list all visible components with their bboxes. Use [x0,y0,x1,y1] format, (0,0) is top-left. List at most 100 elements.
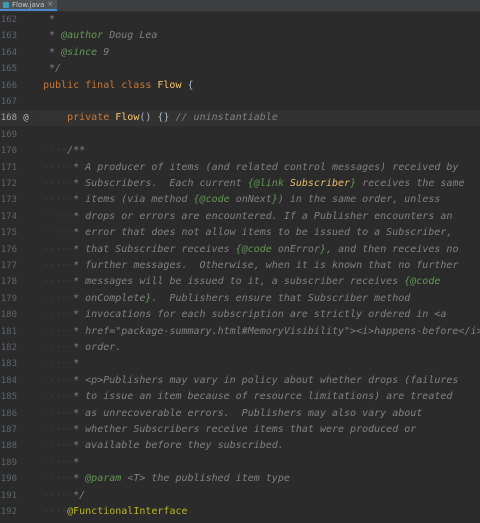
line-number: 192 [0,507,17,517]
line-number: 179 [0,293,17,304]
code-text: ·····* whether Subscribers receive items… [43,422,480,438]
code-text: ·····* Subscribers. Each current {@link … [43,176,480,192]
editor-tab-bar: Flow.java × [0,0,480,12]
code-line[interactable]: 191 ·····*/ [0,488,480,504]
code-text: ·····* to issue an item because of resou… [43,389,480,405]
token-kw: public final class [43,79,158,91]
code-line[interactable]: 170 ····/** [0,143,480,159]
token-cmt: * invocations for each subscription are … [73,309,447,321]
code-line[interactable]: 184 ·····* <p>Publishers may vary in poli… [0,373,480,389]
line-number: 164 [0,47,17,58]
line-number: 171 [0,162,17,173]
code-line[interactable]: 186 ·····* as unrecoverable errors. Publi… [0,406,480,422]
token-dots: ····· [43,407,74,419]
code-editor[interactable]: 162 * 163 * @author Doug Lea 164 * @since … [0,12,480,523]
code-line[interactable]: 171 ·····* A producer of items (and relat… [0,160,480,176]
token-tag: @author [61,30,104,42]
token-cmt: * further messages. Otherwise, when it i… [73,260,459,271]
token-cmt: * as unrecoverable errors. Publishers ma… [73,407,423,419]
code-line[interactable]: 188 ·····* available before they subscrib… [0,438,480,454]
token-dots: ····· [43,342,74,353]
code-line[interactable]: 167 [0,94,480,110]
code-line[interactable]: 180 ·····* invocations for each subscript… [0,307,480,323]
code-text: ·····* drops or errors are encountered. … [43,209,480,225]
line-number: 185 [0,392,17,403]
code-text: ····/** [43,143,480,159]
token-cmt: onNext [235,194,272,206]
code-line[interactable]: 169 [0,127,480,143]
token-dots: ····· [43,178,74,189]
override-marker-icon[interactable]: @ [21,110,31,126]
code-line[interactable]: 179 ·····* onComplete}. Publishers ensure… [0,291,480,307]
token-cmt: 9 [97,46,110,58]
code-line[interactable]: 164 * @since 9 [0,45,480,61]
token-dots: ····· [43,260,74,271]
line-number: 184 [0,375,17,386]
token-cmt: Doug Lea [103,30,158,42]
line-number: 180 [0,310,17,321]
line-number: 187 [0,425,17,435]
tab-label: Flow.java [12,0,45,9]
code-line[interactable]: 168 @ ····private Flow() {} // uninstantia… [0,110,480,127]
code-line[interactable]: 190 ·····* @param <T> the published item … [0,471,480,487]
code-line[interactable]: 182 ·····* order. [0,340,480,356]
code-text: ·····* available before they subscribed. [43,438,480,454]
token-cmt: * available before they subscribed. [73,440,284,452]
line-number: 189 [0,457,17,468]
line-number: 191 [0,490,17,501]
code-line[interactable]: 183 ·····* [0,356,480,372]
code-line[interactable]: 189 ·····* [0,455,480,471]
token-cmt: * whether Subscribers receive items that… [73,424,417,435]
line-number: 162 [0,15,17,25]
token-cmt: * error that does not allow items to be … [73,227,453,239]
token-cmt: receives the same [356,178,465,189]
token-cmt: <T> the published item type [127,473,290,485]
code-line[interactable]: 177 ·····* further messages. Otherwise, w… [0,258,480,274]
token-cmt: * [73,456,80,468]
code-text: ·····* [43,455,480,471]
code-line[interactable]: 165 */ [0,61,480,77]
line-number: 188 [0,441,17,452]
code-text: ·····* order. [43,340,480,356]
line-number: 167 [0,97,17,107]
code-line[interactable]: 187 ·····* whether Subscribers receive it… [0,422,480,438]
token-cmt: * [73,358,80,370]
code-line[interactable]: 192 ····@FunctionalInterface [0,504,480,520]
token-kw: private [67,112,116,124]
token-cmt: */ [43,63,62,75]
line-number: 166 [0,80,17,91]
token-dots: ····· [43,227,74,239]
code-line[interactable]: 172 ·····* Subscribers. Each current {@li… [0,176,480,192]
tab-flow-java[interactable]: Flow.java × [0,0,58,11]
close-tab-icon[interactable]: × [47,1,53,8]
code-line[interactable]: 163 * @author Doug Lea [0,28,480,44]
code-line[interactable]: 175 ·····* error that does not allow item… [0,225,480,241]
token-dots: ····· [43,424,74,435]
code-text: ·····* onComplete}. Publishers ensure th… [43,291,480,307]
code-line[interactable]: 174 ·····* drops or errors are encountere… [0,209,480,225]
code-line[interactable]: 166 public final class Flow { [0,78,480,94]
code-text: ····private Flow() {} // uninstantiable [43,110,480,126]
code-line[interactable]: 162 * [0,12,480,28]
code-line[interactable]: 185 ·····* to issue an item because of re… [0,389,480,405]
token-cmt: * [43,14,56,25]
token-cmt: * [73,473,86,485]
line-number: 174 [0,211,17,222]
token-cmt: . Publishers ensure that Subscriber meth… [151,292,411,304]
code-line[interactable]: 173 ·····* items (via method {@code onNex… [0,192,480,208]
code-text: ·····* as unrecoverable errors. Publishe… [43,406,480,422]
line-number: 175 [0,228,17,239]
line-number: 170 [0,146,17,157]
code-text: public final class Flow { [43,78,480,94]
line-number: 183 [0,359,17,370]
code-line[interactable]: 181 ·····* href="package-summary.html#Mem… [0,324,480,340]
code-line[interactable]: 176 ·····* that Subscriber receives {@cod… [0,242,480,258]
token-plain: () {} [139,112,176,124]
code-text: ·····* invocations for each subscription… [43,307,480,323]
line-number: 186 [0,408,17,419]
line-number: 172 [0,179,17,189]
token-dots: ····· [43,473,74,485]
token-tag: {@code [235,243,278,255]
code-line[interactable]: 178 ·····* messages will be issued to it,… [0,274,480,290]
line-number: 190 [0,474,17,485]
